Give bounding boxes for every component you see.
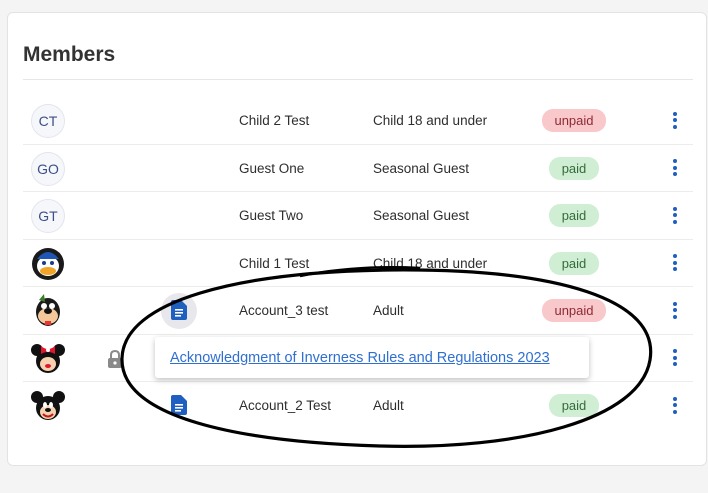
status-badge: paid xyxy=(549,204,599,227)
member-row[interactable]: CT Child 2 Test Child 18 and under unpai… xyxy=(23,97,693,145)
member-name: Account_3 test xyxy=(239,303,329,318)
document-icon[interactable] xyxy=(171,300,187,325)
section-title: Members xyxy=(23,43,116,66)
member-name: Guest Two xyxy=(239,208,304,223)
more-options-icon[interactable] xyxy=(669,300,681,322)
member-row[interactable]: GO Guest One Seasonal Guest paid xyxy=(23,145,693,192)
document-icon[interactable] xyxy=(171,395,187,420)
more-options-icon[interactable] xyxy=(669,348,681,370)
members-card: Members CT Child 2 Test Child 18 and und… xyxy=(7,12,707,466)
member-type: Seasonal Guest xyxy=(373,208,470,223)
more-options-icon[interactable] xyxy=(669,205,681,227)
member-type: Child 18 and under xyxy=(373,255,488,271)
more-options-icon[interactable] xyxy=(669,110,681,132)
goofy-icon xyxy=(31,294,65,328)
members-list: CT Child 2 Test Child 18 and under unpai… xyxy=(23,97,693,430)
minnie-mouse-icon xyxy=(31,342,65,376)
document-popover: Acknowledgment of Inverness Rules and Re… xyxy=(155,337,589,378)
more-options-icon[interactable] xyxy=(669,158,681,180)
more-options-icon[interactable] xyxy=(669,253,681,275)
member-row[interactable]: GT Guest Two Seasonal Guest paid xyxy=(23,192,693,240)
member-name: Guest One xyxy=(239,160,305,176)
member-type: Adult xyxy=(373,398,404,413)
more-options-icon[interactable] xyxy=(669,395,681,417)
status-badge: unpaid xyxy=(542,299,606,322)
member-row[interactable]: Account_2 Test Adult paid xyxy=(23,382,693,430)
avatar: GO xyxy=(31,151,65,186)
member-row[interactable]: Child 1 Test Child 18 and under paid xyxy=(23,240,693,287)
member-name: Child 2 Test xyxy=(239,113,310,128)
status-badge: paid xyxy=(549,156,599,180)
member-type: Child 18 and under xyxy=(373,113,488,128)
status-badge: paid xyxy=(549,394,599,417)
member-type: Seasonal Guest xyxy=(373,160,470,176)
avatar: CT xyxy=(31,104,65,138)
member-row[interactable]: Account_3 test Adult unpaid xyxy=(23,287,693,335)
member-type: Adult xyxy=(373,303,404,318)
lock-icon xyxy=(107,349,123,373)
donald-duck-icon xyxy=(31,247,65,281)
title-divider xyxy=(23,79,693,80)
member-name: Account_2 Test xyxy=(239,398,332,413)
status-badge: unpaid xyxy=(542,109,606,132)
member-name: Child 1 Test xyxy=(239,255,310,271)
mickey-mouse-icon xyxy=(31,389,65,423)
avatar: GT xyxy=(31,199,65,233)
acknowledgment-link[interactable]: Acknowledgment of Inverness Rules and Re… xyxy=(170,350,550,366)
status-badge: paid xyxy=(549,251,599,275)
